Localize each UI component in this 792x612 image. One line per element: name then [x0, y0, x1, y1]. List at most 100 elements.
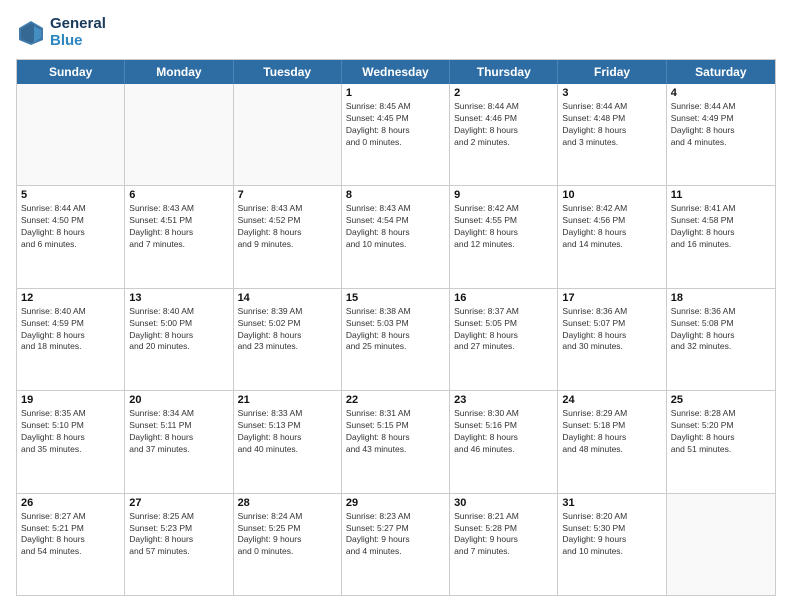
cell-info-line: and 23 minutes.	[238, 341, 337, 353]
calendar-cell: 2Sunrise: 8:44 AMSunset: 4:46 PMDaylight…	[450, 84, 558, 185]
calendar-header-cell: Friday	[558, 60, 666, 84]
cell-info-line: Sunset: 5:10 PM	[21, 420, 120, 432]
cell-info-line: and 48 minutes.	[562, 444, 661, 456]
cell-info-line: Sunrise: 8:28 AM	[671, 408, 771, 420]
calendar-week-row: 26Sunrise: 8:27 AMSunset: 5:21 PMDayligh…	[17, 494, 775, 595]
calendar-cell: 1Sunrise: 8:45 AMSunset: 4:45 PMDaylight…	[342, 84, 450, 185]
calendar-cell: 4Sunrise: 8:44 AMSunset: 4:49 PMDaylight…	[667, 84, 775, 185]
cell-info-line: Sunset: 5:21 PM	[21, 523, 120, 535]
cell-info-line: and 16 minutes.	[671, 239, 771, 251]
calendar-week-row: 19Sunrise: 8:35 AMSunset: 5:10 PMDayligh…	[17, 391, 775, 493]
day-number: 2	[454, 87, 553, 99]
cell-info-line: Daylight: 8 hours	[671, 432, 771, 444]
cell-info-line: Daylight: 8 hours	[21, 534, 120, 546]
day-number: 17	[562, 292, 661, 304]
calendar-cell: 30Sunrise: 8:21 AMSunset: 5:28 PMDayligh…	[450, 494, 558, 595]
day-number: 29	[346, 497, 445, 509]
calendar-cell: 9Sunrise: 8:42 AMSunset: 4:55 PMDaylight…	[450, 186, 558, 287]
cell-info-line: and 2 minutes.	[454, 137, 553, 149]
day-number: 30	[454, 497, 553, 509]
cell-info-line: Sunset: 4:58 PM	[671, 215, 771, 227]
calendar-body: 1Sunrise: 8:45 AMSunset: 4:45 PMDaylight…	[17, 84, 775, 595]
day-number: 22	[346, 394, 445, 406]
cell-info-line: and 25 minutes.	[346, 341, 445, 353]
cell-info-line: and 51 minutes.	[671, 444, 771, 456]
calendar-cell	[667, 494, 775, 595]
calendar-week-row: 1Sunrise: 8:45 AMSunset: 4:45 PMDaylight…	[17, 84, 775, 186]
day-number: 1	[346, 87, 445, 99]
cell-info-line: and 54 minutes.	[21, 546, 120, 558]
cell-info-line: Sunset: 5:18 PM	[562, 420, 661, 432]
cell-info-line: Sunset: 5:13 PM	[238, 420, 337, 432]
calendar-cell: 28Sunrise: 8:24 AMSunset: 5:25 PMDayligh…	[234, 494, 342, 595]
cell-info-line: and 4 minutes.	[671, 137, 771, 149]
cell-info-line: and 7 minutes.	[454, 546, 553, 558]
logo-text: General Blue	[50, 16, 106, 49]
cell-info-line: Daylight: 8 hours	[346, 330, 445, 342]
day-number: 10	[562, 189, 661, 201]
cell-info-line: and 20 minutes.	[129, 341, 228, 353]
day-number: 9	[454, 189, 553, 201]
calendar-cell: 20Sunrise: 8:34 AMSunset: 5:11 PMDayligh…	[125, 391, 233, 492]
calendar-header-cell: Saturday	[667, 60, 775, 84]
cell-info-line: and 30 minutes.	[562, 341, 661, 353]
calendar-cell: 6Sunrise: 8:43 AMSunset: 4:51 PMDaylight…	[125, 186, 233, 287]
cell-info-line: Sunrise: 8:43 AM	[129, 203, 228, 215]
cell-info-line: Sunrise: 8:33 AM	[238, 408, 337, 420]
day-number: 27	[129, 497, 228, 509]
calendar-header-cell: Sunday	[17, 60, 125, 84]
cell-info-line: and 6 minutes.	[21, 239, 120, 251]
cell-info-line: and 35 minutes.	[21, 444, 120, 456]
cell-info-line: and 0 minutes.	[346, 137, 445, 149]
cell-info-line: Sunrise: 8:39 AM	[238, 306, 337, 318]
day-number: 26	[21, 497, 120, 509]
cell-info-line: and 3 minutes.	[562, 137, 661, 149]
day-number: 11	[671, 189, 771, 201]
calendar-cell: 8Sunrise: 8:43 AMSunset: 4:54 PMDaylight…	[342, 186, 450, 287]
calendar-header-cell: Wednesday	[342, 60, 450, 84]
cell-info-line: Daylight: 8 hours	[238, 227, 337, 239]
cell-info-line: Sunrise: 8:23 AM	[346, 511, 445, 523]
cell-info-line: Sunrise: 8:40 AM	[21, 306, 120, 318]
cell-info-line: Sunset: 5:08 PM	[671, 318, 771, 330]
calendar-cell: 26Sunrise: 8:27 AMSunset: 5:21 PMDayligh…	[17, 494, 125, 595]
day-number: 16	[454, 292, 553, 304]
cell-info-line: Sunset: 5:27 PM	[346, 523, 445, 535]
day-number: 23	[454, 394, 553, 406]
cell-info-line: Daylight: 9 hours	[454, 534, 553, 546]
cell-info-line: and 7 minutes.	[129, 239, 228, 251]
cell-info-line: Sunset: 4:52 PM	[238, 215, 337, 227]
cell-info-line: Daylight: 8 hours	[21, 227, 120, 239]
calendar-cell: 5Sunrise: 8:44 AMSunset: 4:50 PMDaylight…	[17, 186, 125, 287]
cell-info-line: Daylight: 8 hours	[562, 432, 661, 444]
cell-info-line: Daylight: 8 hours	[346, 432, 445, 444]
cell-info-line: and 0 minutes.	[238, 546, 337, 558]
cell-info-line: Sunset: 5:25 PM	[238, 523, 337, 535]
day-number: 31	[562, 497, 661, 509]
cell-info-line: and 10 minutes.	[346, 239, 445, 251]
cell-info-line: Sunrise: 8:44 AM	[562, 101, 661, 113]
page: General Blue SundayMondayTuesdayWednesda…	[0, 0, 792, 612]
cell-info-line: Daylight: 8 hours	[454, 330, 553, 342]
cell-info-line: Sunrise: 8:44 AM	[21, 203, 120, 215]
cell-info-line: Daylight: 8 hours	[454, 125, 553, 137]
cell-info-line: Sunrise: 8:20 AM	[562, 511, 661, 523]
calendar-cell: 22Sunrise: 8:31 AMSunset: 5:15 PMDayligh…	[342, 391, 450, 492]
cell-info-line: Daylight: 8 hours	[129, 534, 228, 546]
cell-info-line: Sunset: 4:50 PM	[21, 215, 120, 227]
calendar-cell	[125, 84, 233, 185]
cell-info-line: Daylight: 9 hours	[562, 534, 661, 546]
cell-info-line: Sunrise: 8:21 AM	[454, 511, 553, 523]
logo-icon	[16, 18, 46, 48]
cell-info-line: Daylight: 8 hours	[454, 432, 553, 444]
cell-info-line: Sunrise: 8:31 AM	[346, 408, 445, 420]
day-number: 25	[671, 394, 771, 406]
cell-info-line: and 9 minutes.	[238, 239, 337, 251]
cell-info-line: Daylight: 8 hours	[129, 227, 228, 239]
calendar-cell: 12Sunrise: 8:40 AMSunset: 4:59 PMDayligh…	[17, 289, 125, 390]
day-number: 19	[21, 394, 120, 406]
day-number: 13	[129, 292, 228, 304]
calendar-header-cell: Thursday	[450, 60, 558, 84]
day-number: 3	[562, 87, 661, 99]
cell-info-line: and 4 minutes.	[346, 546, 445, 558]
